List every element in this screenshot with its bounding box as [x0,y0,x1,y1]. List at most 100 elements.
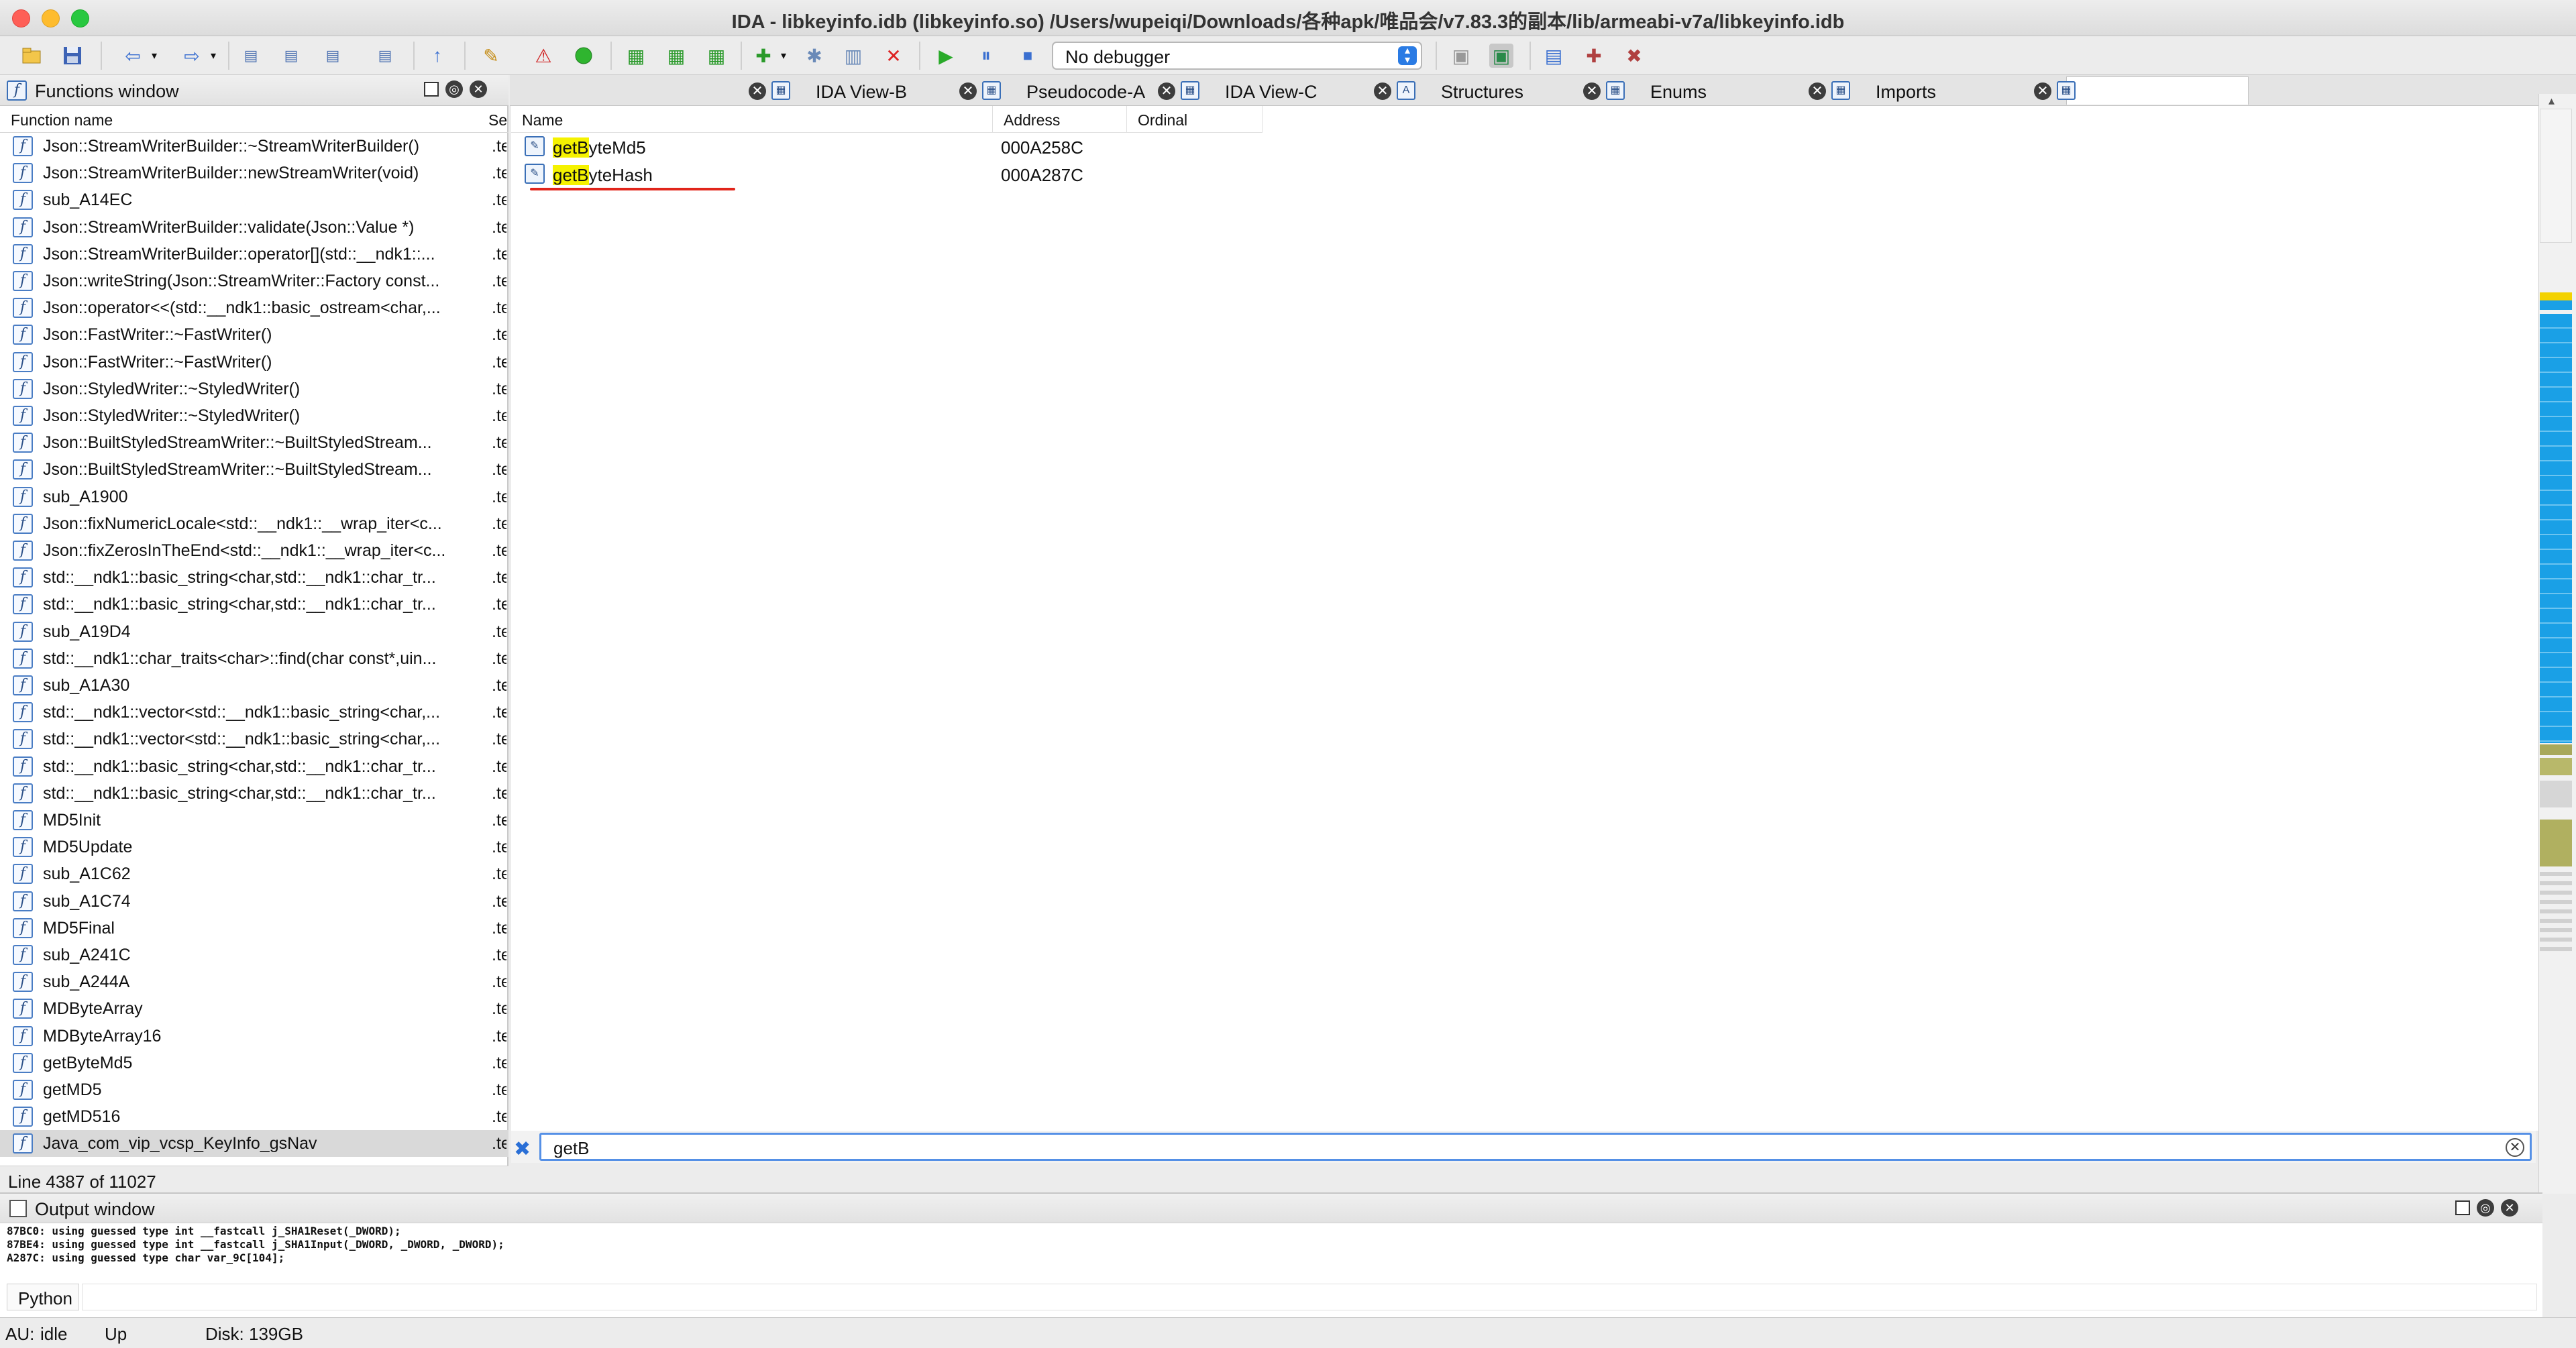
close-tab-icon[interactable]: ✕ [749,82,766,100]
function-row[interactable]: f Json::operator<<(std::__ndk1::basic_ost… [0,294,508,321]
function-row[interactable]: f Json::StyledWriter::~StyledWriter() .te [0,402,508,429]
report-icon[interactable]: ▤ [1542,44,1566,68]
function-row[interactable]: f sub_A1C62 .te [0,860,508,887]
function-row[interactable]: f Json::FastWriter::~FastWriter() .te [0,349,508,376]
breakpoint-dropdown-icon[interactable]: ▾ [771,44,796,68]
function-row[interactable]: f Json::BuiltStyledStreamWriter::~BuiltSt… [0,429,508,456]
function-row[interactable]: f sub_A241C .te [0,942,508,968]
function-row[interactable]: f std::__ndk1::basic_string<char,std::__n… [0,591,508,618]
function-row[interactable]: f std::__ndk1::basic_string<char,std::__n… [0,753,508,780]
function-row[interactable]: f std::__ndk1::vector<std::__ndk1::basic_… [0,699,508,726]
back-arrow-icon[interactable]: ⇦ [121,44,145,68]
maximize-pane-icon[interactable] [424,82,439,97]
function-row[interactable]: f Json::FastWriter::~FastWriter() .te [0,321,508,348]
tab-pseudocode-a[interactable]: ✕ ▦ Pseudocode-A [959,77,1174,104]
graph-icon[interactable]: ▥ [841,44,865,68]
patch-icon[interactable]: ✱ [802,44,826,68]
maximize-output-icon[interactable] [2455,1200,2470,1215]
close-tab-icon[interactable]: ✕ [1374,82,1391,100]
attach-process-icon[interactable]: ▣ [1449,44,1473,68]
function-row[interactable]: f sub_A1A30 .te [0,672,508,699]
text-search-icon[interactable]: ▤ [279,44,303,68]
clear-filter-icon[interactable]: ✕ [2506,1138,2524,1157]
function-row[interactable]: f Json::BuiltStyledStreamWriter::~BuiltSt… [0,456,508,483]
save-icon[interactable] [60,44,85,68]
function-row[interactable]: f std::__ndk1::basic_string<char,std::__n… [0,780,508,807]
run-icon[interactable]: ▶ [934,44,958,68]
function-row[interactable]: f sub_A14EC .te [0,186,508,213]
back-dropdown-icon[interactable]: ▾ [142,44,166,68]
debugger-select[interactable]: No debugger ▴ ▾ [1052,42,1422,70]
scroll-up-icon[interactable]: ▴ [2548,94,2555,108]
open-file-icon[interactable] [20,44,44,68]
stop-icon[interactable]: ⏹ [1016,44,1040,68]
function-row[interactable]: f Json::fixNumericLocale<std::__ndk1::__w… [0,510,508,537]
add-code-icon[interactable]: ▦ [624,44,648,68]
close-tab-icon[interactable]: ✕ [1158,82,1175,100]
function-row[interactable]: f MD5Final .te [0,915,508,942]
close-tab-icon[interactable]: ✕ [959,82,977,100]
graph-view-toggle-icon[interactable]: ▣ [1489,44,1513,68]
function-row[interactable]: f sub_A1900 .te [0,484,508,510]
jump-up-icon[interactable]: ↑ [425,44,449,68]
close-tab-icon[interactable]: ✕ [1809,82,1826,100]
tab-ida-view-b[interactable]: ✕ ▦ IDA View-B [749,77,963,104]
binary-view-icon[interactable]: ▤ [239,44,263,68]
float-pane-icon[interactable]: ◎ [445,80,463,98]
function-row[interactable]: f std::__ndk1::vector<std::__ndk1::basic_… [0,726,508,752]
warning-icon[interactable]: ⚠ [531,44,555,68]
column-function-name[interactable]: Function name [11,111,113,129]
function-row[interactable]: f Json::StreamWriterBuilder::validate(Jso… [0,214,508,241]
column-ordinal[interactable]: Ordinal [1127,106,1263,133]
function-row[interactable]: f MDByteArray16 .te [0,1023,508,1050]
filter-input[interactable]: getB ✕ [539,1133,2532,1161]
python-command-input[interactable] [82,1284,2537,1310]
function-row[interactable]: f std::__ndk1::basic_string<char,std::__n… [0,564,508,591]
close-output-icon[interactable]: ✕ [2501,1199,2518,1217]
add-watch-icon[interactable]: ✚ [1582,44,1606,68]
tab-imports[interactable]: ✕ ▦ Imports [1809,77,2023,104]
function-row[interactable]: f getMD516 .te [0,1103,508,1130]
close-tab-icon[interactable]: ✕ [2034,82,2051,100]
function-row[interactable]: f getByteMd5 .te [0,1050,508,1076]
tab-ida-view-c[interactable]: ✕ ▦ IDA View-C [1158,77,1373,104]
function-row[interactable]: f MD5Init .te [0,807,508,834]
column-segment[interactable]: Se [488,111,507,129]
export-row[interactable]: ✎ getByteMd5 000A258C [511,133,1263,160]
tab-enums[interactable]: ✕ ▦ Enums [1583,77,1798,104]
forward-arrow-icon[interactable]: ⇨ [180,44,204,68]
close-filter-icon[interactable]: ✖ [514,1137,531,1161]
close-pane-icon[interactable]: ✕ [470,80,487,98]
function-row[interactable]: f Json::StreamWriterBuilder::newStreamWri… [0,160,508,186]
forward-dropdown-icon[interactable]: ▾ [201,44,225,68]
function-row[interactable]: f Java_com_vip_vcsp_KeyInfo_gsNav .te [0,1130,508,1158]
export-row[interactable]: ✎ getByteHash 000A287C [511,160,1263,187]
column-address[interactable]: Address [993,106,1127,133]
function-row[interactable]: f sub_A1C74 .te [0,888,508,915]
sequence-search-icon[interactable]: ▤ [373,44,397,68]
function-row[interactable]: f getMD5 .te [0,1076,508,1103]
tab-exports[interactable]: ✕ ▦ [2034,76,2249,105]
green-circle-icon[interactable] [572,44,596,68]
function-row[interactable]: f MDByteArray .te [0,995,508,1022]
float-output-icon[interactable]: ◎ [2477,1199,2494,1217]
pen-edit-icon[interactable]: ✎ [479,44,503,68]
add-array-icon[interactable]: ▦ [704,44,729,68]
function-row[interactable]: f Json::fixZerosInTheEnd<std::__ndk1::__w… [0,537,508,564]
tab-structures[interactable]: ✕ A Structures [1374,77,1589,104]
script-language-button[interactable]: Python [7,1284,79,1310]
column-name[interactable]: Name [511,106,993,133]
function-row[interactable]: f Json::StyledWriter::~StyledWriter() .te [0,376,508,402]
function-row[interactable]: f Json::StreamWriterBuilder::~StreamWrite… [0,133,508,160]
delete-icon[interactable]: ✕ [881,44,906,68]
function-row[interactable]: f std::__ndk1::char_traits<char>::find(ch… [0,645,508,672]
remove-watch-icon[interactable]: ✖ [1622,44,1646,68]
function-row[interactable]: f sub_A19D4 .te [0,618,508,645]
function-row[interactable]: f Json::writeString(Json::StreamWriter::F… [0,268,508,294]
immediate-search-icon[interactable]: ▤ [321,44,345,68]
function-row[interactable]: f MD5Update .te [0,834,508,860]
pause-icon[interactable]: ⏸ [974,44,998,68]
function-row[interactable]: f sub_A244A .te [0,968,508,995]
function-row[interactable]: f Json::StreamWriterBuilder::operator[](s… [0,241,508,268]
add-data-icon[interactable]: ▦ [664,44,688,68]
